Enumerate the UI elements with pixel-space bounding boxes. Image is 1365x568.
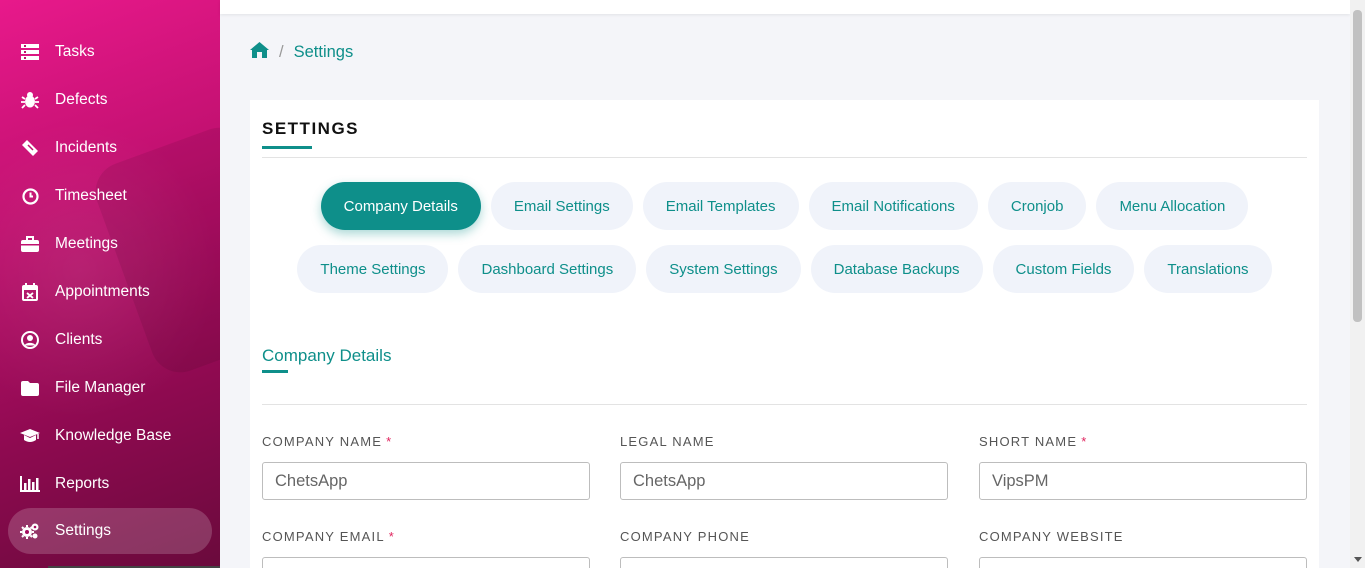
- company-email-input[interactable]: [262, 557, 590, 568]
- sidebar-item-clients[interactable]: Clients: [0, 316, 220, 364]
- tab-translations[interactable]: Translations: [1144, 245, 1272, 293]
- tab-email-templates[interactable]: Email Templates: [642, 182, 799, 230]
- sidebar-item-label: Appointments: [55, 283, 150, 300]
- sidebar-item-label: File Manager: [55, 379, 146, 396]
- tab-database-backups[interactable]: Database Backups: [810, 245, 983, 293]
- required-marker: *: [388, 529, 396, 544]
- vertical-scrollbar[interactable]: [1350, 0, 1365, 568]
- tab-custom-fields[interactable]: Custom Fields: [992, 245, 1135, 293]
- user-circle-icon: [20, 330, 40, 350]
- required-marker: *: [386, 434, 393, 449]
- tab-cronjob[interactable]: Cronjob: [987, 182, 1087, 230]
- sidebar-item-reports[interactable]: Reports: [0, 460, 220, 508]
- tab-menu-allocation[interactable]: Menu Allocation: [1096, 182, 1249, 230]
- gears-icon: [20, 521, 40, 541]
- sidebar-item-defects[interactable]: Defects: [0, 76, 220, 124]
- sidebar-nav: Tasks Defects Incidents Timesheet Meetin…: [0, 28, 220, 554]
- company-phone-field: COMPANY PHONE: [620, 529, 948, 568]
- tab-company-details[interactable]: Company Details: [320, 182, 481, 230]
- title-underline: [262, 146, 312, 149]
- settings-card: SETTINGS Company Details Email Settings …: [250, 100, 1319, 568]
- tab-row-1: Company Details Email Settings Email Tem…: [250, 182, 1319, 230]
- graduation-cap-icon: [20, 426, 40, 446]
- folder-icon: [20, 378, 40, 398]
- sidebar-item-label: Reports: [55, 475, 110, 492]
- scrollbar-thumb[interactable]: [1353, 10, 1362, 322]
- sidebar-item-label: Meetings: [55, 235, 118, 252]
- short-name-label: SHORT NAME *: [979, 434, 1088, 449]
- company-website-field: COMPANY WEBSITE: [979, 529, 1307, 568]
- company-email-field: COMPANY EMAIL *: [262, 529, 590, 568]
- sidebar-item-tasks[interactable]: Tasks: [0, 28, 220, 76]
- tab-row-2: Theme Settings Dashboard Settings System…: [250, 245, 1319, 293]
- sidebar-item-meetings[interactable]: Meetings: [0, 220, 220, 268]
- breadcrumb-separator: /: [279, 43, 284, 61]
- breadcrumb: / Settings: [250, 42, 353, 63]
- sidebar-item-settings[interactable]: Settings: [8, 508, 212, 554]
- short-name-input[interactable]: VipsPM: [979, 462, 1307, 500]
- top-bar: [220, 0, 1350, 14]
- sidebar-item-label: Clients: [55, 331, 103, 348]
- ticket-icon: [20, 138, 40, 158]
- company-name-label: COMPANY NAME *: [262, 434, 393, 449]
- tab-system-settings[interactable]: System Settings: [646, 245, 801, 293]
- tab-theme-settings[interactable]: Theme Settings: [297, 245, 449, 293]
- legal-name-label: LEGAL NAME: [620, 434, 715, 449]
- settings-tabs: Company Details Email Settings Email Tem…: [250, 182, 1319, 308]
- tab-email-settings[interactable]: Email Settings: [490, 182, 633, 230]
- breadcrumb-current[interactable]: Settings: [294, 43, 354, 62]
- company-name-field: COMPANY NAME * ChetsApp: [262, 434, 590, 500]
- clock-icon: [20, 186, 40, 206]
- sidebar: Tasks Defects Incidents Timesheet Meetin…: [0, 0, 220, 568]
- sidebar-item-knowledge-base[interactable]: Knowledge Base: [0, 412, 220, 460]
- sidebar-item-label: Tasks: [55, 43, 95, 60]
- sidebar-item-appointments[interactable]: Appointments: [0, 268, 220, 316]
- company-website-input[interactable]: [979, 557, 1307, 568]
- divider: [262, 404, 1307, 405]
- sidebar-item-label: Settings: [55, 522, 112, 539]
- required-marker: *: [1081, 434, 1088, 449]
- sidebar-item-file-manager[interactable]: File Manager: [0, 364, 220, 412]
- sidebar-item-incidents[interactable]: Incidents: [0, 124, 220, 172]
- company-phone-label: COMPANY PHONE: [620, 529, 750, 544]
- tab-email-notifications[interactable]: Email Notifications: [808, 182, 978, 230]
- home-icon[interactable]: [250, 42, 269, 63]
- sidebar-item-timesheet[interactable]: Timesheet: [0, 172, 220, 220]
- page-title: SETTINGS: [262, 119, 360, 138]
- company-name-input[interactable]: ChetsApp: [262, 462, 590, 500]
- legal-name-field: LEGAL NAME ChetsApp: [620, 434, 948, 500]
- sidebar-item-label: Defects: [55, 91, 108, 108]
- company-phone-input[interactable]: [620, 557, 948, 568]
- section-title: Company Details: [262, 346, 392, 365]
- short-name-field: SHORT NAME * VipsPM: [979, 434, 1307, 500]
- sidebar-item-label: Knowledge Base: [55, 427, 172, 444]
- tasks-icon: [20, 42, 40, 62]
- divider: [262, 157, 1307, 158]
- section-underline: [262, 370, 288, 373]
- bug-icon: [20, 90, 40, 110]
- company-website-label: COMPANY WEBSITE: [979, 529, 1124, 544]
- bar-chart-icon: [20, 474, 40, 494]
- scroll-down-arrow-icon[interactable]: [1354, 557, 1362, 562]
- sidebar-item-label: Incidents: [55, 139, 118, 156]
- legal-name-input[interactable]: ChetsApp: [620, 462, 948, 500]
- sidebar-item-label: Timesheet: [55, 187, 127, 204]
- calendar-icon: [20, 282, 40, 302]
- briefcase-icon: [20, 234, 40, 254]
- company-email-label: COMPANY EMAIL *: [262, 529, 396, 544]
- tab-dashboard-settings[interactable]: Dashboard Settings: [458, 245, 637, 293]
